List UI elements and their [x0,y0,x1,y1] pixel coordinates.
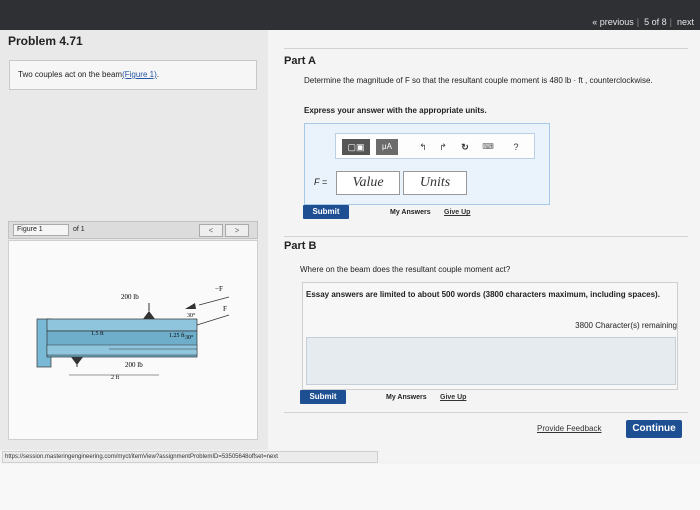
part-a-instruction: Express your answer with the appropriate… [304,106,487,115]
beam-diagram: 200 lb −F F 30° 30° 1.5 ft 1.25 ft 200 l… [36,285,230,381]
top-bar: « previous | 5 of 8 | next [0,0,700,30]
angle-top-label: 30° [187,312,196,319]
previous-link[interactable]: « previous [592,17,634,27]
part-b-question: Where on the beam does the resultant cou… [300,265,511,274]
f-label: F = [314,177,328,187]
units-mu-icon[interactable]: μA [376,139,398,155]
essay-textarea[interactable] [306,337,676,385]
beam-figure: 200 lb −F F 30° 30° 1.5 ft 1.25 ft 200 l… [8,240,258,440]
load-top-arrowhead [143,311,155,319]
value-input[interactable]: Value [336,171,400,195]
part-a-question: Determine the magnitude of F so that the… [304,76,653,85]
provide-feedback-link[interactable]: Provide Feedback [537,424,601,433]
divider-bottom [284,412,688,413]
part-b-submit-button[interactable]: Submit [300,390,346,404]
beam-bottom-flange [46,344,198,356]
undo-icon[interactable]: ↰ [416,139,430,155]
figure-toolbar: Figure 1 of 1 < > [8,221,258,239]
part-a-my-answers[interactable]: My Answers [390,209,431,216]
keyboard-icon[interactable]: ⌨ [480,139,496,155]
force-top-arrowhead [185,303,196,309]
status-url: https://session.masteringengineering.com… [2,451,378,463]
intro-end: . [156,70,159,79]
load-top-label: 200 lb [121,293,139,301]
dim-15-label: 1.5 ft [91,330,104,337]
dim-2-label: 2 ft [111,374,119,381]
angle-bottom-label: 30° [185,334,194,341]
load-bottom-label: 200 lb [125,361,143,369]
intro-text: Two couples act on the beam(Figure 1). [18,70,159,79]
part-a-submit-button[interactable]: Submit [303,205,349,219]
dim-125-label: 1.25 ft [169,332,185,339]
next-link[interactable]: next [677,17,694,27]
divider-mid [284,236,688,237]
templates-icon[interactable]: ▢▣ [342,139,370,155]
intro-label: Two couples act on the beam [18,70,123,79]
part-a-title: Part A [284,55,316,67]
problem-position: 5 of 8 [644,17,667,27]
math-toolbar: ▢▣ μA ↰ ↱ ↻ ⌨ ? [335,133,535,159]
problem-nav: « previous | 5 of 8 | next [592,17,694,27]
redo-icon[interactable]: ↱ [436,139,450,155]
part-b-give-up[interactable]: Give Up [440,394,466,401]
chars-remaining: 3800 Character(s) remaining [575,321,677,330]
load-bottom-arrowhead [71,357,83,365]
part-a-give-up[interactable]: Give Up [444,209,470,216]
help-icon[interactable]: ? [508,139,524,155]
force-left-label: −F [215,285,223,293]
figure-prev-button[interactable]: < [199,224,223,237]
figure-link[interactable]: (Figure 1) [122,70,157,79]
part-b-title: Part B [284,240,317,252]
figure-next-button[interactable]: > [225,224,249,237]
bottom-area [0,464,700,510]
continue-button[interactable]: Continue [626,420,682,438]
figure-count: of 1 [73,226,85,233]
essay-note: Essay answers are limited to about 500 w… [306,290,660,299]
force-bottom-line [196,314,230,326]
reset-icon[interactable]: ↻ [458,139,472,155]
figure-select[interactable]: Figure 1 [13,224,69,236]
units-input[interactable]: Units [403,171,467,195]
problem-title: Problem 4.71 [8,34,83,48]
force-top-line [198,296,230,306]
part-b-my-answers[interactable]: My Answers [386,394,427,401]
intro-box: Two couples act on the beam(Figure 1). [9,60,257,90]
beam-top-flange [46,318,198,332]
divider-top [284,48,688,49]
force-top-label: F [223,305,227,313]
